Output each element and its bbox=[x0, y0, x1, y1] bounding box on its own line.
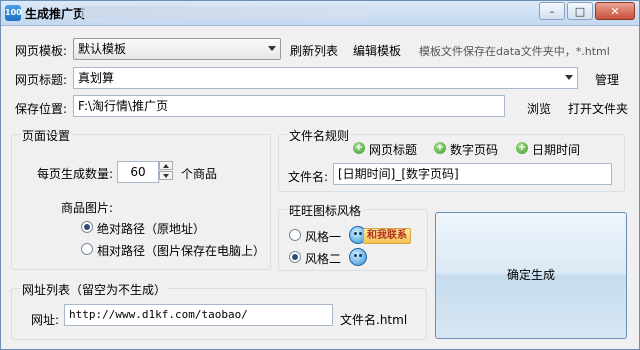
style-one-radio[interactable] bbox=[289, 229, 301, 241]
template-label: 网页模板: bbox=[15, 44, 68, 58]
token-datetime[interactable]: 日期时间 bbox=[532, 141, 580, 158]
stepper-up[interactable] bbox=[159, 161, 173, 170]
url-input[interactable]: http://www.d1kf.com/taobao/ bbox=[64, 304, 333, 326]
minimize-button[interactable]: – bbox=[539, 2, 565, 20]
page-title-combo[interactable]: 真划算 bbox=[73, 67, 578, 89]
app-icon: 100 bbox=[5, 5, 22, 21]
add-icon[interactable]: + bbox=[353, 142, 365, 154]
token-page-number[interactable]: 数字页码 bbox=[450, 141, 498, 158]
template-hint: 模板文件保存在data文件夹中，*.html bbox=[419, 45, 610, 58]
absolute-path-label[interactable]: 绝对路径（原地址） bbox=[97, 220, 205, 237]
browse-button[interactable]: 浏览 bbox=[527, 100, 551, 117]
save-location-label: 保存位置: bbox=[15, 102, 68, 116]
style-two-label[interactable]: 风格二 bbox=[305, 250, 341, 267]
stepper-down[interactable] bbox=[159, 171, 173, 180]
style-two-radio[interactable] bbox=[289, 251, 301, 263]
wangwang-style-title: 旺旺图标风格 bbox=[287, 202, 364, 219]
page-title-label: 网页标题: bbox=[15, 73, 68, 87]
per-page-input[interactable]: 60 bbox=[117, 161, 159, 183]
blurred-title-detail bbox=[81, 6, 371, 18]
style-one-label[interactable]: 风格一 bbox=[305, 228, 341, 245]
generate-button[interactable]: 确定生成 bbox=[435, 212, 627, 339]
open-folder-button[interactable]: 打开文件夹 bbox=[568, 100, 628, 117]
template-select[interactable]: 默认模板 bbox=[73, 38, 281, 60]
chevron-down-icon bbox=[565, 75, 573, 80]
per-page-label: 每页生成数量: bbox=[37, 167, 114, 181]
per-page-unit: 个商品 bbox=[181, 167, 218, 181]
arrow-down-icon bbox=[163, 174, 169, 178]
title-bar[interactable]: 100 生成推广页 – □ ✕ bbox=[1, 1, 639, 26]
close-button[interactable]: ✕ bbox=[595, 2, 635, 20]
filename-input[interactable]: [日期时间]_[数字页码] bbox=[333, 163, 612, 185]
save-location-input[interactable]: F:\淘行情\推广页 bbox=[73, 95, 505, 117]
image-label: 商品图片: bbox=[61, 201, 114, 215]
relative-path-label[interactable]: 相对路径（图片保存在电脑上） bbox=[97, 242, 265, 259]
refresh-list-button[interactable]: 刷新列表 bbox=[290, 42, 338, 59]
template-select-value: 默认模板 bbox=[78, 42, 127, 56]
add-icon[interactable]: + bbox=[516, 142, 528, 154]
page-settings-title: 页面设置 bbox=[20, 127, 73, 144]
manage-button[interactable]: 管理 bbox=[595, 71, 619, 88]
url-label: 网址: bbox=[31, 313, 60, 327]
url-list-title: 网址列表（留空为不生成） bbox=[20, 281, 169, 298]
page-title-value: 真划算 bbox=[78, 71, 115, 85]
chevron-down-icon bbox=[268, 46, 276, 51]
token-page-title[interactable]: 网页标题 bbox=[369, 141, 417, 158]
edit-template-button[interactable]: 编辑模板 bbox=[353, 42, 401, 59]
filename-rules-title: 文件名规则 bbox=[287, 127, 352, 144]
url-filename-suffix: 文件名.html bbox=[340, 313, 408, 327]
main-window: 100 生成推广页 – □ ✕ 网页模板: 默认模板 刷新列表 编辑模板 模板文… bbox=[0, 0, 640, 350]
per-page-stepper[interactable] bbox=[159, 161, 173, 181]
filename-label: 文件名: bbox=[288, 170, 329, 184]
contact-me-badge: 和我联系 bbox=[363, 228, 411, 244]
absolute-path-radio[interactable] bbox=[81, 221, 93, 233]
relative-path-radio[interactable] bbox=[81, 243, 93, 255]
add-icon[interactable]: + bbox=[434, 142, 446, 154]
maximize-button[interactable]: □ bbox=[567, 2, 593, 20]
arrow-up-icon bbox=[163, 164, 169, 168]
wangwang-icon bbox=[349, 248, 367, 266]
window-title: 生成推广页 bbox=[25, 7, 86, 21]
